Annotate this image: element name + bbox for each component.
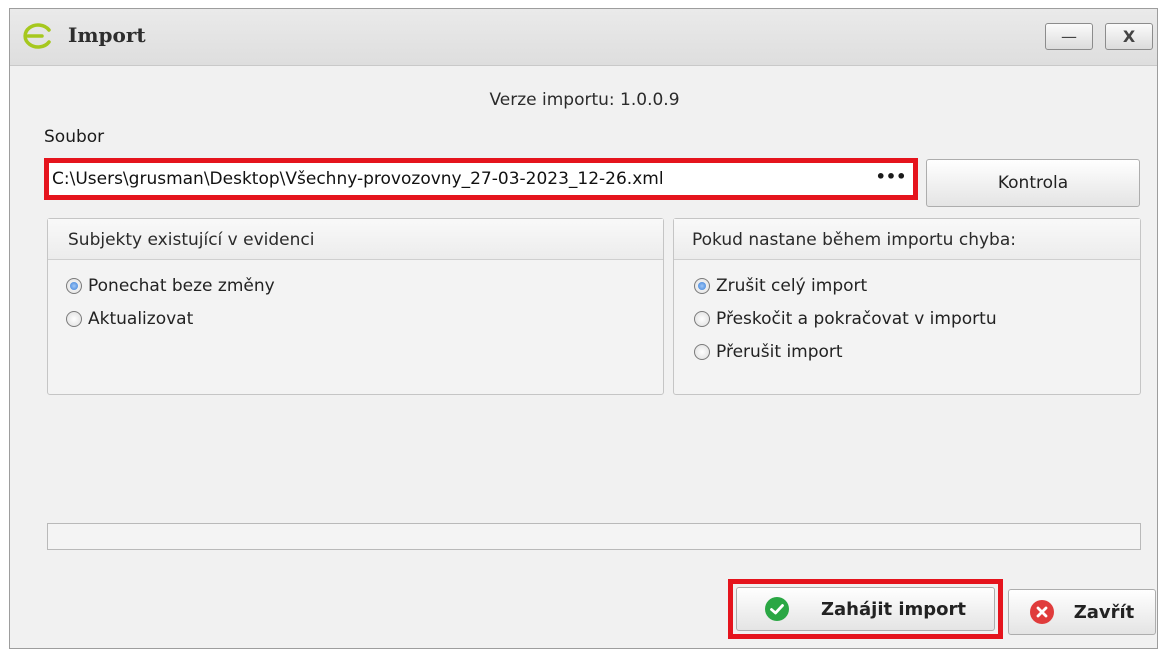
start-button-highlight: Zahájit import [728,579,1003,639]
file-field-highlight: ••• [44,158,918,200]
radio-selected-icon[interactable] [694,278,710,294]
radio-skip-continue[interactable]: Přeskočit a pokračovat v importu [694,309,997,329]
app-logo-icon [23,23,51,49]
radio-icon[interactable] [694,344,710,360]
close-window-button[interactable]: X [1105,23,1153,50]
group-title: Pokud nastane během importu chyba: [674,219,1140,260]
radio-icon[interactable] [66,311,82,327]
check-circle-icon [764,597,789,621]
radio-label: Zrušit celý import [716,276,868,296]
radio-icon[interactable] [694,311,710,327]
radio-update[interactable]: Aktualizovat [66,309,193,329]
close-label: Zavřít [1073,601,1135,623]
radio-keep-unchanged[interactable]: Ponechat beze změny [66,276,275,296]
radio-selected-icon[interactable] [66,278,82,294]
existing-subjects-group: Subjekty existující v evidenci Ponechat … [47,218,664,395]
radio-label: Přerušit import [716,342,843,362]
close-icon: X [1122,27,1136,46]
error-handling-group: Pokud nastane během importu chyba: Zruši… [673,218,1141,395]
radio-cancel-all[interactable]: Zrušit celý import [694,276,867,296]
radio-label: Aktualizovat [88,309,194,329]
minimize-button[interactable]: — [1045,23,1093,50]
import-dialog: Import — X Verze importu: 1.0.0.9 Soubor… [9,8,1158,649]
start-import-label: Zahájit import [820,598,967,620]
radio-label: Přeskočit a pokračovat v importu [716,309,997,329]
window-title: Import [68,23,146,47]
version-label: Verze importu: 1.0.0.9 [489,90,680,110]
check-button[interactable]: Kontrola [926,159,1140,207]
x-circle-icon [1029,600,1054,624]
group-title: Subjekty existující v evidenci [48,219,663,260]
ellipsis-icon[interactable]: ••• [873,163,909,195]
minimize-icon: — [1061,27,1077,46]
radio-label: Ponechat beze změny [88,276,275,296]
file-label: Soubor [44,127,105,147]
file-path-input[interactable] [49,163,872,195]
title-bar: Import — X [10,9,1157,66]
close-button[interactable]: Zavřít [1008,589,1156,635]
progress-bar [47,523,1141,550]
radio-abort[interactable]: Přerušit import [694,342,843,362]
start-import-button[interactable]: Zahájit import [736,587,995,631]
